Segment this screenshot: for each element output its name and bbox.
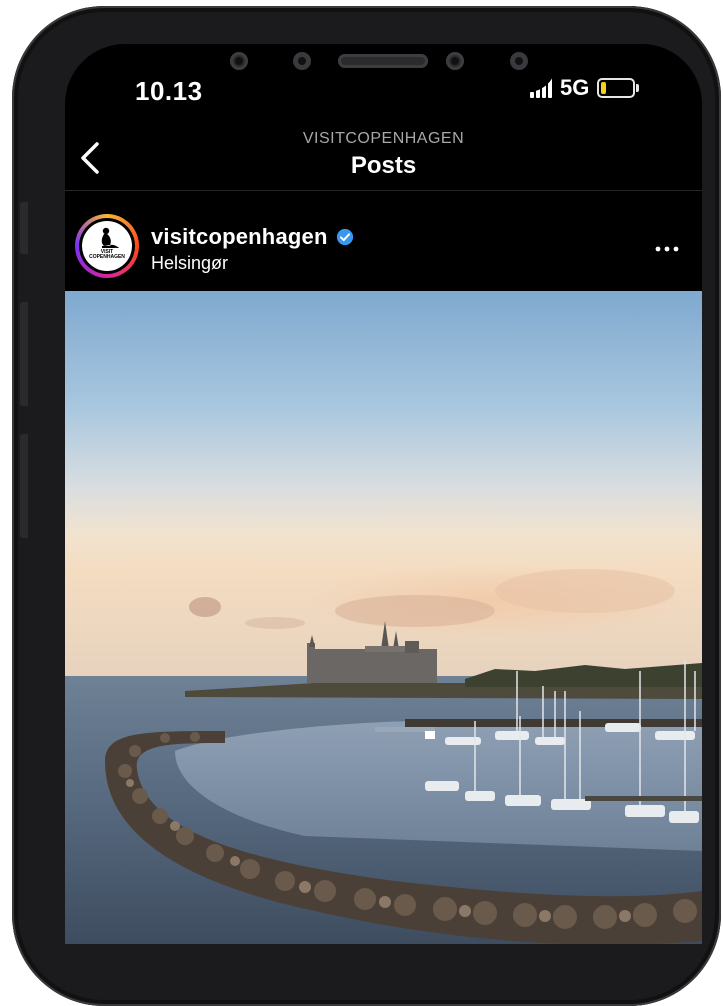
username-link[interactable]: visitcopenhagen: [151, 224, 328, 250]
network-type: 5G: [560, 75, 590, 100]
notch: [210, 44, 556, 92]
post-photo[interactable]: [65, 291, 702, 944]
visitcopenhagen-logo: VISIT COPENHAGEN: [82, 221, 132, 271]
status-time: 10.13: [135, 76, 203, 106]
avatar-ring-gap: VISIT COPENHAGEN: [79, 218, 135, 274]
battery-icon: [597, 78, 640, 98]
battery-level: [601, 82, 607, 94]
more-options-button[interactable]: [651, 242, 683, 254]
face-id-sensor-icon: [446, 52, 464, 70]
more-horizontal-icon: [655, 246, 679, 252]
phone-frame: 10.13 5G VISITCOPENHAGEN Posts VISIT COP…: [12, 6, 721, 1006]
post-header-user: visitcopenhagen: [151, 224, 354, 250]
side-button-volume-up: [20, 302, 28, 406]
side-button-mute: [20, 202, 28, 254]
mermaid-logo-icon: [101, 227, 119, 248]
account-name-header: VISITCOPENHAGEN: [302, 130, 465, 147]
verified-badge-icon: [336, 228, 353, 246]
avatar-text-line-2: COPENHAGEN: [89, 254, 125, 260]
proximity-sensor-icon: [510, 52, 528, 70]
avatar[interactable]: VISIT COPENHAGEN: [75, 214, 139, 278]
sensor-icon: [293, 52, 311, 70]
location-link[interactable]: Helsingør: [151, 253, 228, 274]
page-title: Posts: [350, 152, 417, 179]
header-divider: [65, 190, 702, 191]
phone-screen: 10.13 5G VISITCOPENHAGEN Posts VISIT COP…: [65, 44, 702, 944]
speaker-grille: [338, 54, 428, 68]
side-button-volume-down: [20, 434, 28, 538]
front-camera-icon: [230, 52, 248, 70]
avatar-text: VISIT COPENHAGEN: [82, 250, 132, 260]
